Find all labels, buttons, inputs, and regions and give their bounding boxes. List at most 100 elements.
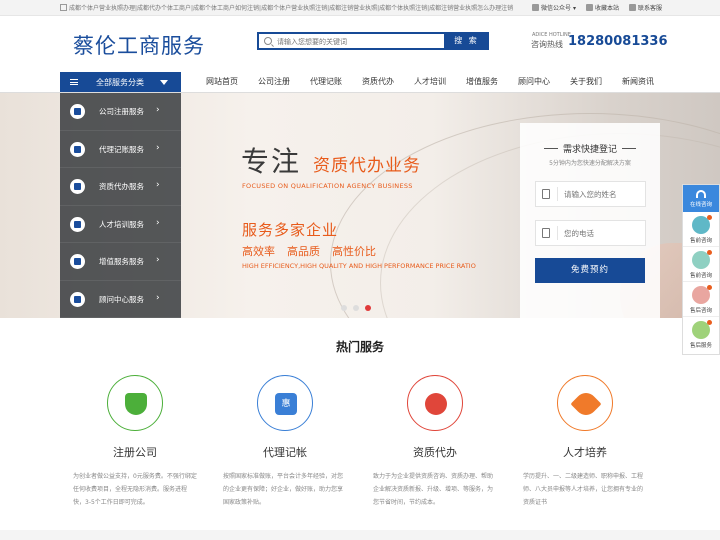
ledger-icon xyxy=(70,141,85,157)
service-name: 代理记帐 xyxy=(263,446,307,459)
name-field[interactable] xyxy=(535,181,646,207)
shield-check-icon xyxy=(107,375,163,431)
shield-glyph xyxy=(125,393,147,415)
category-label: 顾问中心服务 xyxy=(99,294,144,304)
top-links-text[interactable]: 成都个体户营业执照办理|成都代办个体工商户|成都个体工商户如何注销|成都个体户营… xyxy=(60,3,520,12)
nav-about[interactable]: 关于我们 xyxy=(560,76,612,87)
medal-icon xyxy=(407,375,463,431)
service-name: 注册公司 xyxy=(113,446,157,459)
phone-input[interactable] xyxy=(564,227,642,239)
agent-avatar xyxy=(692,215,712,234)
banner-headline-business: 资质代办业务 xyxy=(313,156,421,176)
carousel-dots xyxy=(341,305,371,311)
category-label: 资质代办服务 xyxy=(99,182,144,191)
presales-consult-1[interactable]: 售前咨询 xyxy=(683,212,719,247)
field-divider xyxy=(557,187,558,201)
free-booking-button[interactable]: 免费预约 xyxy=(535,258,645,283)
agent-avatar xyxy=(692,250,712,269)
nav-news[interactable]: 新闻资讯 xyxy=(612,76,664,87)
phone-field[interactable] xyxy=(535,220,646,246)
service-desc: 按照国家标准做账，平台会计多年经验，对您的企业更有保障；好企业，做好账，助力您享… xyxy=(223,473,344,506)
online-consult-button[interactable]: 在线咨询 xyxy=(683,185,719,212)
all-categories-button[interactable]: 全部服务分类 xyxy=(60,72,181,92)
online-consult-label: 在线咨询 xyxy=(689,202,712,208)
floating-service-bar: 在线咨询 售前咨询 售前咨询 售后咨询 售后服务 xyxy=(682,184,720,355)
nav-home[interactable]: 网站首页 xyxy=(196,76,248,87)
banner-headline-focus: 专注 xyxy=(241,145,302,178)
nav-value-added[interactable]: 增值服务 xyxy=(456,76,508,87)
service-desc: 为创业者做公益支持，0元服务费。不强行绑定任何收费项目，全程无隐形消费。服务进程… xyxy=(73,473,197,506)
category-value-added[interactable]: 增值服务服务 › xyxy=(60,243,181,281)
contact-label: 联系客服 xyxy=(637,5,662,12)
chevron-right-icon: › xyxy=(156,255,160,265)
carousel-dot[interactable] xyxy=(341,305,347,311)
top-right-links: 微信公众号 ▾ 收藏本站 联系客服 xyxy=(532,3,662,12)
rocket-glyph xyxy=(570,388,602,420)
category-label: 代理记账服务 xyxy=(99,144,144,154)
ticket-glyph: 惠 xyxy=(275,393,297,415)
banner-point: 高效率 xyxy=(242,245,275,258)
phone-icon xyxy=(542,228,550,238)
chevron-right-icon: › xyxy=(156,180,160,190)
rocket-icon xyxy=(557,375,613,431)
footer-strip xyxy=(0,530,720,540)
wechat-link[interactable]: 微信公众号 ▾ xyxy=(532,3,576,12)
search-button[interactable]: 搜 索 xyxy=(444,32,489,50)
service-card-talent[interactable]: 人才培养 学历提升、一、二级建造师、职称申报、工程师、八大员申报等人才培养，让您… xyxy=(510,372,660,509)
service-card-registration[interactable]: 注册公司 为创业者做公益支持，0元服务费。不强行绑定任何收费项目，全程无隐形消费… xyxy=(60,372,210,509)
banner-point: 高品质 xyxy=(287,245,320,258)
category-training[interactable]: 人才培训服务 › xyxy=(60,206,181,243)
service-name: 人才培养 xyxy=(563,446,607,459)
category-bookkeeping[interactable]: 代理记账服务 › xyxy=(60,131,181,168)
presales-consult-2[interactable]: 售前咨询 xyxy=(683,247,719,282)
company-icon xyxy=(70,104,85,119)
banner-point: 高性价比 xyxy=(332,245,376,258)
wechat-icon xyxy=(532,4,540,11)
category-qualification[interactable]: 资质代办服务 › xyxy=(60,168,181,206)
search-input[interactable] xyxy=(277,35,437,48)
nav-bookkeeping[interactable]: 代理记账 xyxy=(300,76,352,87)
float-item-label: 售后咨询 xyxy=(689,308,712,314)
chevron-right-icon: › xyxy=(156,142,160,153)
service-name: 资质代办 xyxy=(413,446,457,459)
carousel-dot[interactable] xyxy=(353,305,359,311)
star-icon xyxy=(585,4,593,11)
field-divider xyxy=(557,226,558,240)
category-consulting[interactable]: 顾问中心服务 › xyxy=(60,281,181,318)
name-input[interactable] xyxy=(564,188,642,200)
service-card-bookkeeping[interactable]: 惠 代理记帐 按照国家标准做账，平台会计多年经验，对您的企业更有保障；好企业，做… xyxy=(210,372,360,509)
banner-headline2: 服务多家企业 xyxy=(242,221,339,239)
search-box[interactable] xyxy=(257,32,445,50)
menu-icon xyxy=(70,79,78,85)
nav-training[interactable]: 人才培训 xyxy=(404,76,456,87)
section-title: 热门服务 xyxy=(335,340,384,354)
category-company-registration[interactable]: 公司注册服务 › xyxy=(60,93,181,131)
hotline-label: 咨询热线 xyxy=(531,40,563,49)
medal-glyph xyxy=(425,393,447,415)
banner-points: 高效率 高品质 高性价比 xyxy=(242,243,376,259)
banner-subtitle-en: FOCUSED ON QUALIFICATION AGENCY BUSINESS xyxy=(242,182,413,190)
breadcrumb[interactable]: 成都个体户营业执照办理|成都代办个体工商户|成都个体工商户如何注销|成都个体户营… xyxy=(69,5,513,12)
caret-down-icon xyxy=(160,80,168,85)
people-icon xyxy=(70,216,85,232)
certificate-icon xyxy=(70,179,85,194)
site-logo[interactable]: 蔡伦工商服务 xyxy=(73,30,205,60)
home-icon xyxy=(60,4,67,11)
nav-consulting[interactable]: 顾问中心 xyxy=(508,76,560,87)
main-nav: 网站首页 公司注册 代理记账 资质代办 人才培训 增值服务 顾问中心 关于我们 … xyxy=(196,76,664,87)
service-icon xyxy=(628,4,636,11)
service-desc: 学历提升、一、二级建造师、职称申报、工程师、八大员申报等人才培养，让您拥有专业的… xyxy=(523,473,644,506)
consultant-icon xyxy=(70,291,85,307)
all-categories-label: 全部服务分类 xyxy=(96,78,144,87)
float-item-label: 售前咨询 xyxy=(689,238,712,244)
aftersales-consult[interactable]: 售后咨询 xyxy=(683,282,719,317)
service-card-qualification[interactable]: 资质代办 致力于为企业提供资质咨询、资质办理、帮助企业解决资质新报、升级、增项、… xyxy=(360,372,510,509)
carousel-dot-active[interactable] xyxy=(365,305,371,311)
nav-qualification[interactable]: 资质代办 xyxy=(352,76,404,87)
category-panel: 公司注册服务 › 代理记账服务 › 资质代办服务 › 人才培训服务 › 增值服务… xyxy=(60,93,181,318)
agent-avatar xyxy=(692,320,712,339)
nav-company-registration[interactable]: 公司注册 xyxy=(248,76,300,87)
favorite-link[interactable]: 收藏本站 xyxy=(585,3,619,12)
contact-link[interactable]: 联系客服 xyxy=(628,3,662,12)
chevron-right-icon: › xyxy=(156,105,160,115)
